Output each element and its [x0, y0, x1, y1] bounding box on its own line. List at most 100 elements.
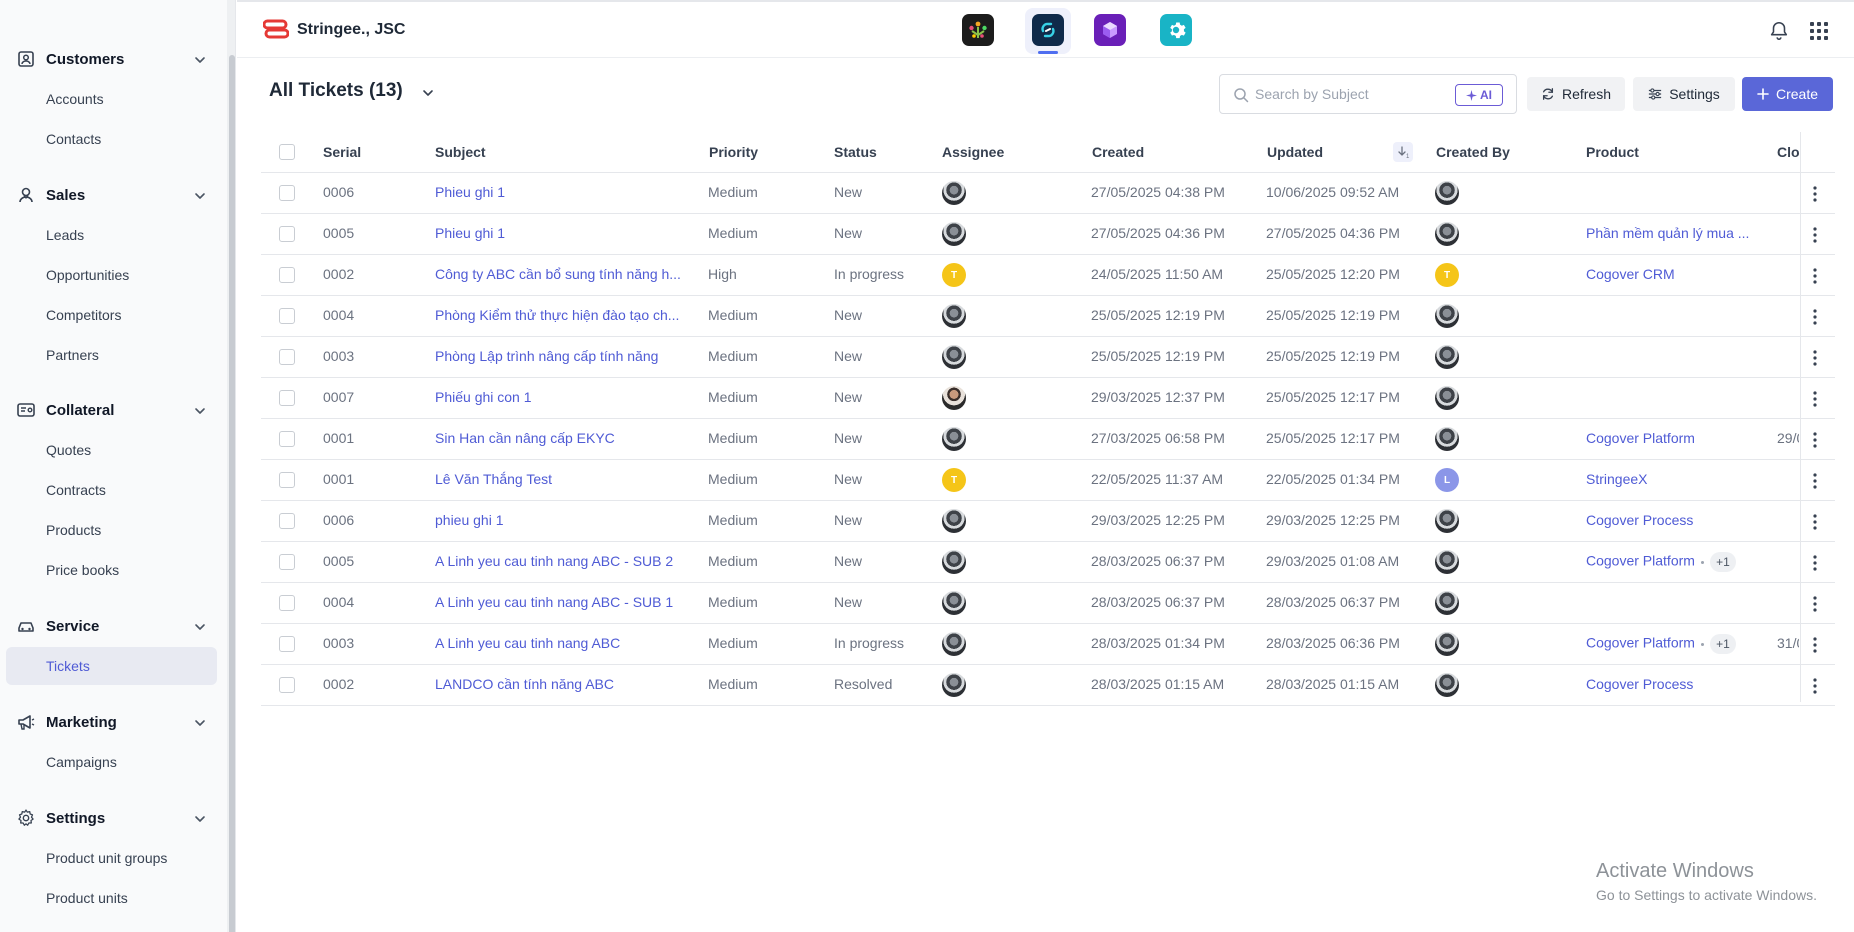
cell-product[interactable]: Phần mềm quản lý mua ...	[1586, 225, 1756, 241]
brand[interactable]: Stringee., JSC	[263, 19, 405, 39]
cell-subject-link[interactable]: Công ty ABC cần bổ sung tính năng h...	[435, 266, 685, 282]
cell-subject-link[interactable]: Phieu ghi 1	[435, 225, 685, 241]
sidebar-group-settings[interactable]: Settings	[0, 798, 226, 838]
notification-bell-icon[interactable]	[1768, 20, 1790, 42]
assignee-avatar[interactable]: T	[942, 468, 966, 492]
cell-subject-link[interactable]: LANDCO cần tính năng ABC	[435, 676, 685, 692]
table-row[interactable]: 0004 A Linh yeu cau tinh nang ABC - SUB 1…	[261, 583, 1835, 624]
table-row[interactable]: 0002 LANDCO cần tính năng ABC Medium Resolv…	[261, 665, 1835, 706]
row-checkbox[interactable]	[279, 431, 295, 447]
assignee-avatar[interactable]	[942, 509, 966, 533]
created-by-avatar[interactable]	[1435, 673, 1459, 697]
row-actions-kebab-icon[interactable]	[1807, 267, 1823, 285]
row-actions-kebab-icon[interactable]	[1807, 636, 1823, 654]
created-by-avatar[interactable]: T	[1435, 263, 1459, 287]
table-row[interactable]: 0005 A Linh yeu cau tinh nang ABC - SUB 2…	[261, 542, 1835, 583]
table-row[interactable]: 0005 Phieu ghi 1 Medium New 27/05/2025 04:36…	[261, 214, 1835, 255]
row-actions-kebab-icon[interactable]	[1807, 226, 1823, 244]
assignee-avatar[interactable]	[942, 304, 966, 328]
created-by-avatar[interactable]: L	[1435, 468, 1459, 492]
ai-search-button[interactable]: AI	[1455, 84, 1503, 106]
sidebar-item-product-units[interactable]: Product units	[6, 879, 217, 917]
product-link[interactable]: Cogover CRM	[1586, 266, 1675, 282]
sidebar-group-marketing[interactable]: Marketing	[0, 702, 226, 742]
assignee-avatar[interactable]	[942, 222, 966, 246]
sidebar-item-products[interactable]: Products	[6, 511, 217, 549]
table-row[interactable]: 0004 Phòng Kiểm thử thực hiện đào tạo ch.…	[261, 296, 1835, 337]
created-by-avatar[interactable]	[1435, 304, 1459, 328]
assignee-avatar[interactable]	[942, 632, 966, 656]
assignee-avatar[interactable]: T	[942, 263, 966, 287]
chevron-down-icon[interactable]	[193, 620, 207, 634]
sidebar-group-service[interactable]: Service	[0, 606, 226, 646]
row-checkbox[interactable]	[279, 226, 295, 242]
cell-subject-link[interactable]: Phòng Lập trình nâng cấp tính năng	[435, 348, 685, 364]
created-by-avatar[interactable]	[1435, 181, 1459, 205]
column-header-priority[interactable]: Priority	[709, 144, 758, 160]
row-checkbox[interactable]	[279, 390, 295, 406]
row-checkbox[interactable]	[279, 595, 295, 611]
create-button[interactable]: Create	[1742, 77, 1833, 111]
row-checkbox[interactable]	[279, 636, 295, 652]
sidebar-item-campaigns[interactable]: Campaigns	[6, 743, 217, 781]
sidebar-item-competitors[interactable]: Competitors	[6, 296, 217, 334]
table-row[interactable]: 0006 phieu ghi 1 Medium New 29/03/2025 12:25…	[261, 501, 1835, 542]
sidebar-item-price-books[interactable]: Price books	[6, 551, 217, 589]
cell-subject-link[interactable]: A Linh yeu cau tinh nang ABC - SUB 1	[435, 594, 685, 610]
created-by-avatar[interactable]	[1435, 509, 1459, 533]
row-checkbox[interactable]	[279, 185, 295, 201]
created-by-avatar[interactable]	[1435, 345, 1459, 369]
chevron-down-icon[interactable]	[193, 404, 207, 418]
row-actions-kebab-icon[interactable]	[1807, 554, 1823, 572]
product-link[interactable]: Cogover Process	[1586, 676, 1693, 692]
cell-subject-link[interactable]: Sin Han cần nâng cấp EKYC	[435, 430, 685, 446]
row-actions-kebab-icon[interactable]	[1807, 390, 1823, 408]
cell-product[interactable]: Cogover CRM	[1586, 266, 1756, 282]
cell-product[interactable]: Cogover Platform +1	[1586, 634, 1756, 654]
assignee-avatar[interactable]	[942, 181, 966, 205]
column-header-updated[interactable]: Updated	[1267, 144, 1323, 160]
chevron-down-icon[interactable]	[193, 189, 207, 203]
assignee-avatar[interactable]	[942, 673, 966, 697]
product-link[interactable]: Cogover Platform	[1586, 635, 1695, 651]
table-row[interactable]: 0007 Phiếu ghi con 1 Medium New 29/03/2025 1…	[261, 378, 1835, 419]
table-row[interactable]: 0001 Sin Han cần nâng cấp EKYC Medium New 27…	[261, 419, 1835, 460]
column-header-status[interactable]: Status	[834, 144, 877, 160]
column-header-product[interactable]: Product	[1586, 144, 1639, 160]
row-actions-kebab-icon[interactable]	[1807, 677, 1823, 695]
sidebar-item-accounts[interactable]: Accounts	[6, 80, 217, 118]
column-header-subject[interactable]: Subject	[435, 144, 486, 160]
assignee-avatar[interactable]	[942, 550, 966, 574]
created-by-avatar[interactable]	[1435, 222, 1459, 246]
cell-product[interactable]: Cogover Platform	[1586, 430, 1756, 446]
assignee-avatar[interactable]	[942, 427, 966, 451]
row-actions-kebab-icon[interactable]	[1807, 595, 1823, 613]
cell-subject-link[interactable]: Lê Văn Thắng Test	[435, 471, 685, 487]
created-by-avatar[interactable]	[1435, 591, 1459, 615]
more-products-badge[interactable]: +1	[1709, 634, 1736, 654]
row-checkbox[interactable]	[279, 472, 295, 488]
sidebar-item-partners[interactable]: Partners	[6, 336, 217, 374]
created-by-avatar[interactable]	[1435, 632, 1459, 656]
app-link-sync[interactable]	[1032, 14, 1064, 46]
settings-button[interactable]: Settings	[1633, 77, 1735, 111]
cell-product[interactable]: Cogover Process	[1586, 676, 1756, 692]
search-input[interactable]	[1255, 83, 1435, 105]
row-checkbox[interactable]	[279, 308, 295, 324]
app-people-tree[interactable]	[962, 14, 994, 46]
table-row[interactable]: 0002 Công ty ABC cần bổ sung tính năng h.…	[261, 255, 1835, 296]
assignee-avatar[interactable]	[942, 386, 966, 410]
cell-subject-link[interactable]: Phiếu ghi con 1	[435, 389, 685, 405]
column-header-created-by[interactable]: Created By	[1436, 144, 1510, 160]
column-header-closed[interactable]: Clo	[1777, 144, 1799, 160]
cell-subject-link[interactable]: A Linh yeu cau tinh nang ABC - SUB 2	[435, 553, 685, 569]
chevron-down-icon[interactable]	[193, 53, 207, 67]
chevron-down-icon[interactable]	[193, 716, 207, 730]
assignee-avatar[interactable]	[942, 591, 966, 615]
assignee-avatar[interactable]	[942, 345, 966, 369]
row-checkbox[interactable]	[279, 554, 295, 570]
sidebar-item-tickets[interactable]: Tickets	[6, 647, 217, 685]
product-link[interactable]: Cogover Platform	[1586, 430, 1695, 446]
sidebar-item-opportunities[interactable]: Opportunities	[6, 256, 217, 294]
row-actions-kebab-icon[interactable]	[1807, 185, 1823, 203]
